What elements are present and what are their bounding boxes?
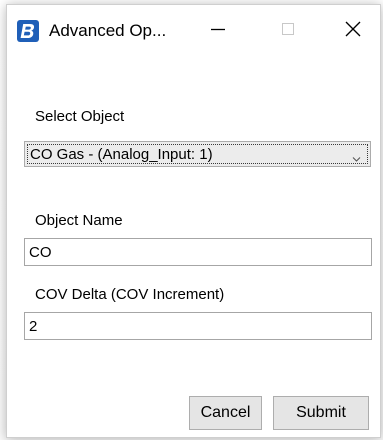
minimize-icon — [209, 20, 227, 43]
cov-delta-label: COV Delta (COV Increment) — [35, 286, 225, 303]
select-object-label: Select Object — [35, 108, 125, 125]
submit-button[interactable]: Submit — [273, 396, 369, 430]
object-name-label: Object Name — [35, 212, 123, 229]
minimize-button[interactable] — [195, 5, 241, 57]
close-icon — [344, 20, 362, 43]
title-bar[interactable]: Advanced Op... — [7, 5, 380, 57]
close-button[interactable] — [330, 5, 376, 57]
dialog-body: Select Object CO Gas - (Analog_Input: 1)… — [7, 57, 380, 437]
advanced-options-dialog: Advanced Op... Select Object CO Gas - (A… — [6, 4, 381, 438]
object-name-input[interactable] — [24, 238, 372, 266]
window-title: Advanced Op... — [49, 21, 167, 40]
screen: Advanced Op... Select Object CO Gas - (A… — [0, 0, 383, 440]
maximize-icon — [280, 21, 296, 42]
b-logo-icon — [17, 20, 39, 42]
cancel-button[interactable]: Cancel — [189, 396, 262, 430]
cov-delta-input[interactable] — [24, 312, 372, 340]
select-object-value: CO Gas - (Analog_Input: 1) — [30, 146, 213, 163]
chevron-down-icon — [352, 150, 361, 162]
maximize-button[interactable] — [265, 5, 311, 57]
select-object-dropdown[interactable]: CO Gas - (Analog_Input: 1) — [24, 141, 371, 167]
